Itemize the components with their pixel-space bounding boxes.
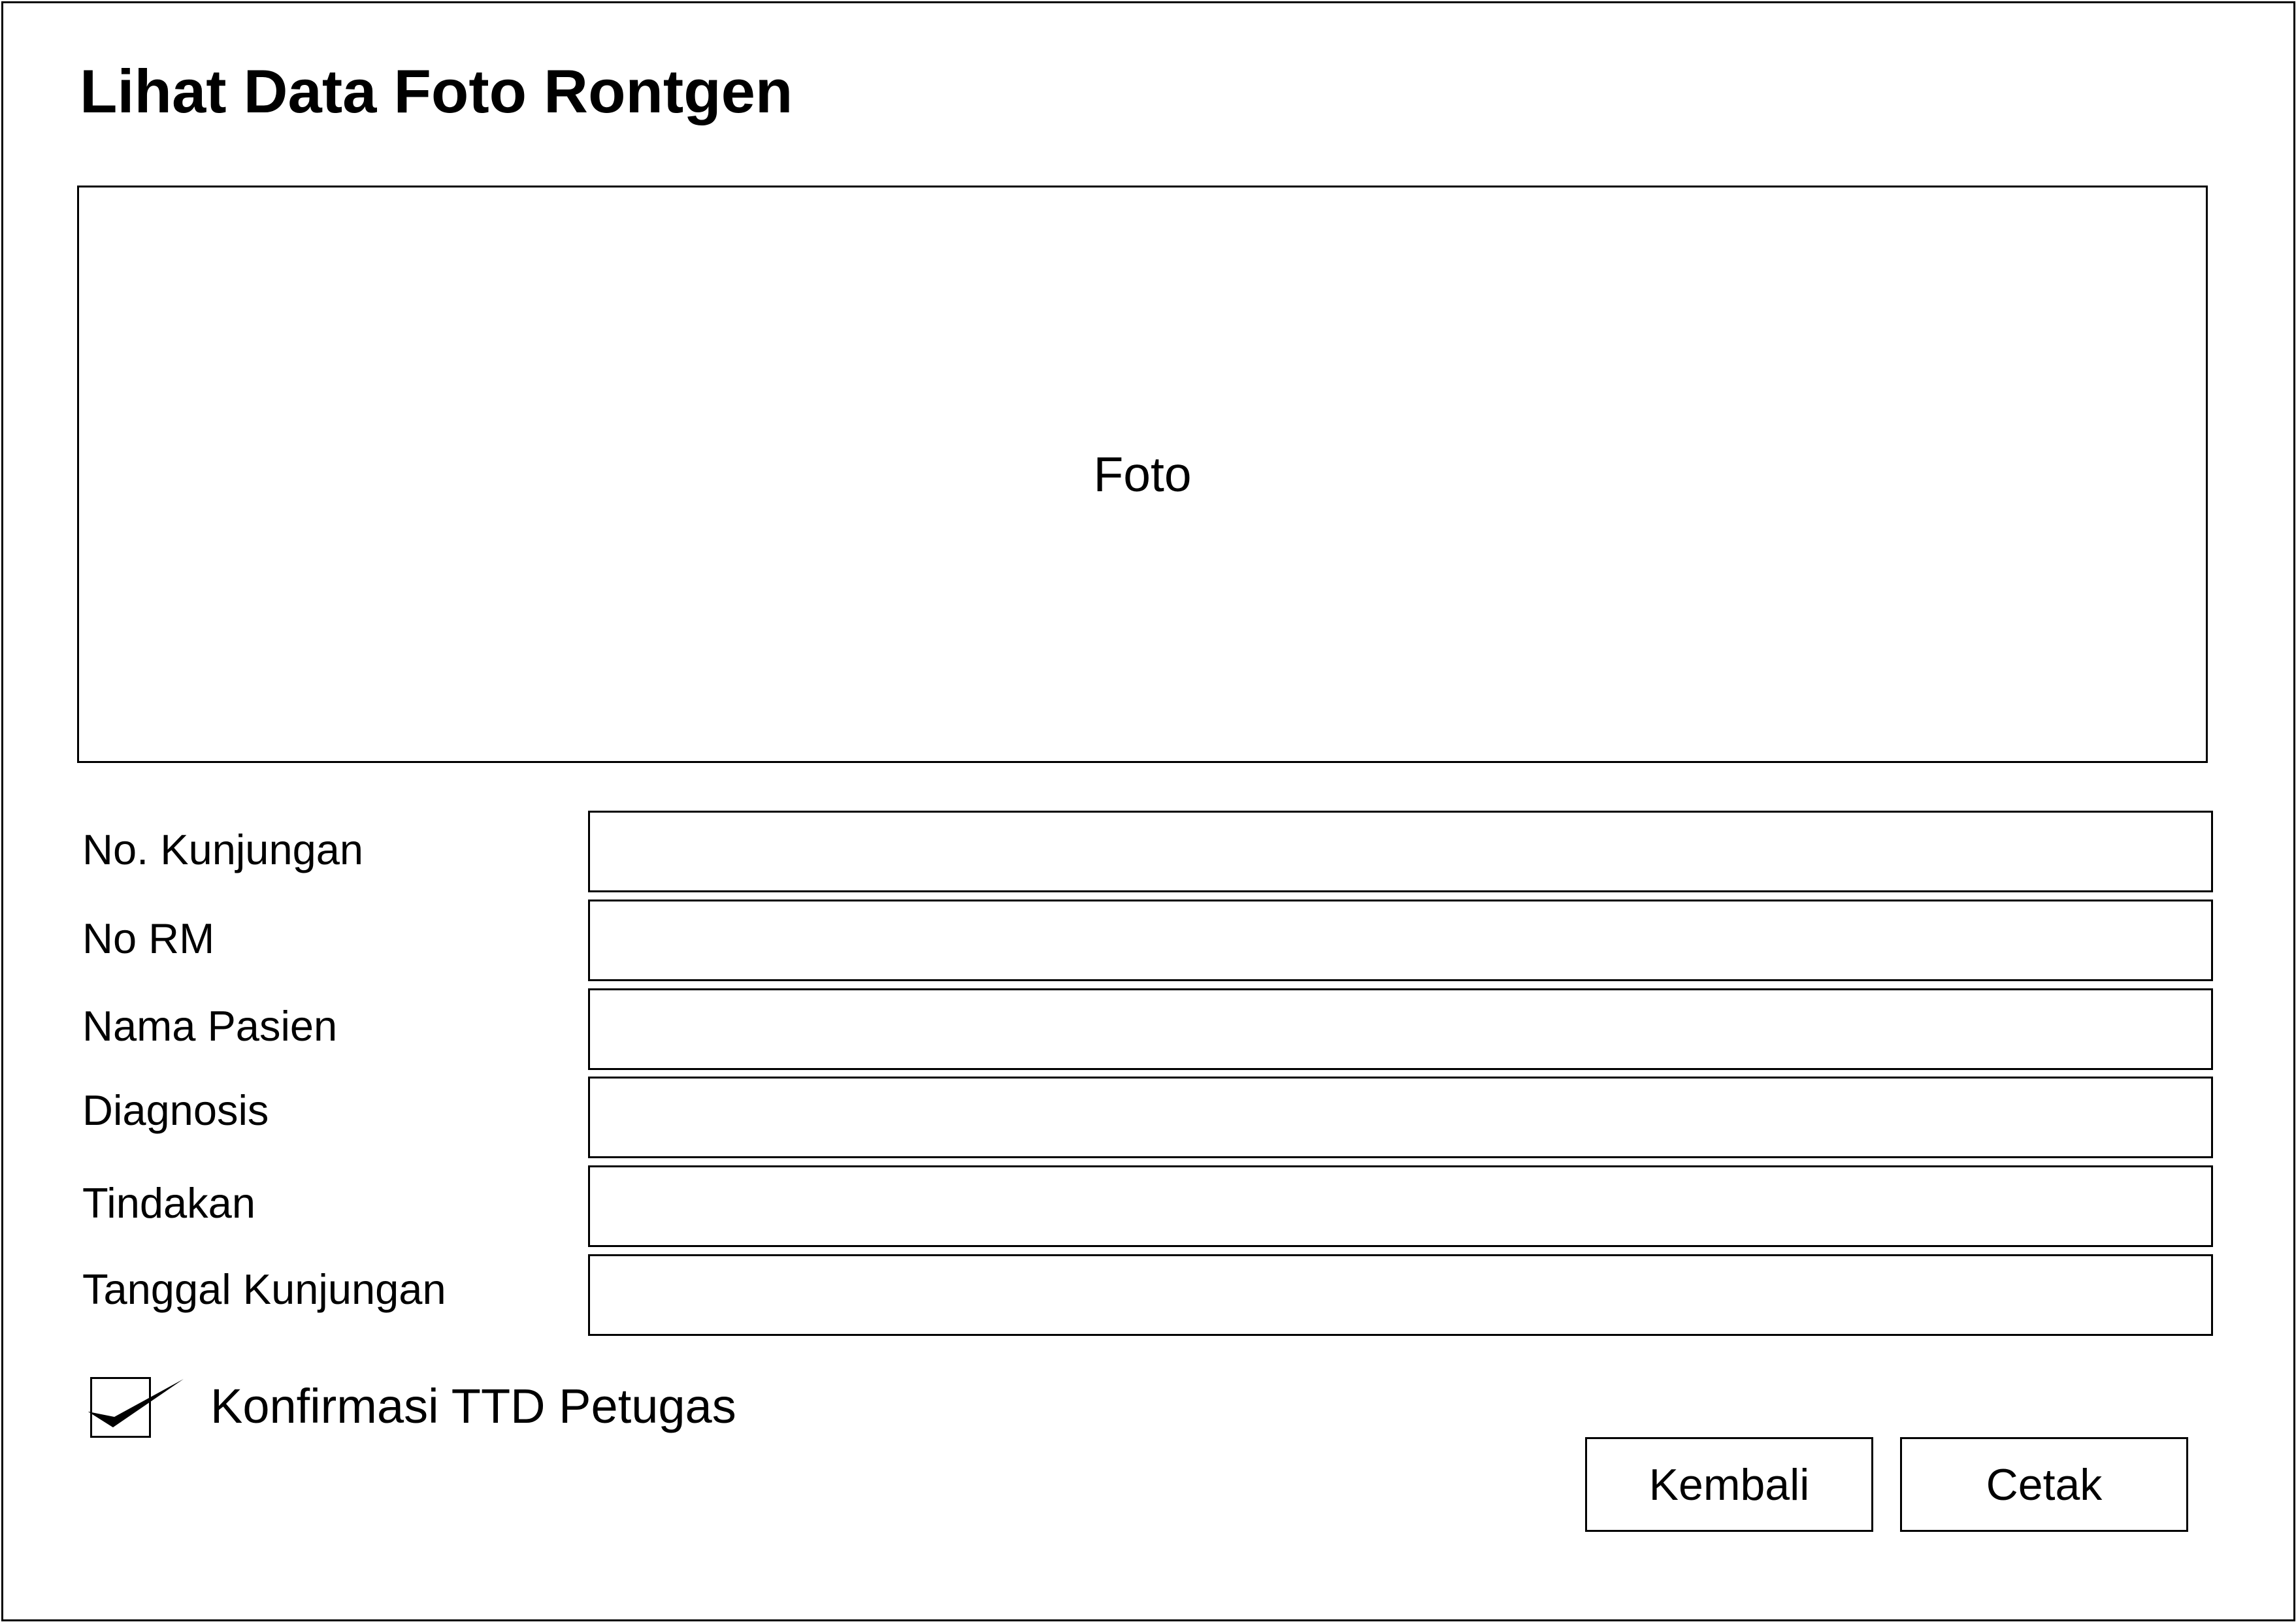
tanggal-kunjungan-label: Tanggal Kunjungan [82, 1265, 446, 1313]
tindakan-label: Tindakan [82, 1179, 255, 1227]
no-kunjungan-field[interactable] [588, 811, 2213, 892]
no-rm-field[interactable] [588, 900, 2213, 981]
form-row-nama-pasien: Nama Pasien [0, 988, 2222, 1070]
form-row-tanggal-kunjungan: Tanggal Kunjungan [0, 1254, 2222, 1336]
form-row-no-rm: No RM [0, 900, 2222, 981]
tanggal-kunjungan-field[interactable] [588, 1254, 2213, 1336]
no-kunjungan-label: No. Kunjungan [82, 826, 364, 873]
print-button[interactable]: Cetak [1900, 1437, 2188, 1532]
nama-pasien-field[interactable] [588, 988, 2213, 1070]
tindakan-field[interactable] [588, 1165, 2213, 1247]
form-row-tindakan: Tindakan [0, 1165, 2222, 1247]
form-row-diagnosis: Diagnosis [0, 1077, 2222, 1158]
diagnosis-field[interactable] [588, 1077, 2213, 1158]
back-button[interactable]: Kembali [1585, 1437, 1873, 1532]
no-rm-label: No RM [82, 915, 215, 962]
form-row-no-kunjungan: No. Kunjungan [0, 811, 2222, 892]
nama-pasien-label: Nama Pasien [82, 1002, 338, 1050]
photo-placeholder-label: Foto [1093, 446, 1192, 502]
checkmark-icon [88, 1379, 184, 1427]
page-title: Lihat Data Foto Rontgen [80, 57, 793, 125]
xray-photo-area: Foto [77, 186, 2208, 763]
ttd-confirmation-label: Konfirmasi TTD Petugas [210, 1379, 736, 1433]
diagnosis-label: Diagnosis [82, 1086, 269, 1134]
ttd-confirmation-checkbox[interactable] [88, 1377, 184, 1438]
